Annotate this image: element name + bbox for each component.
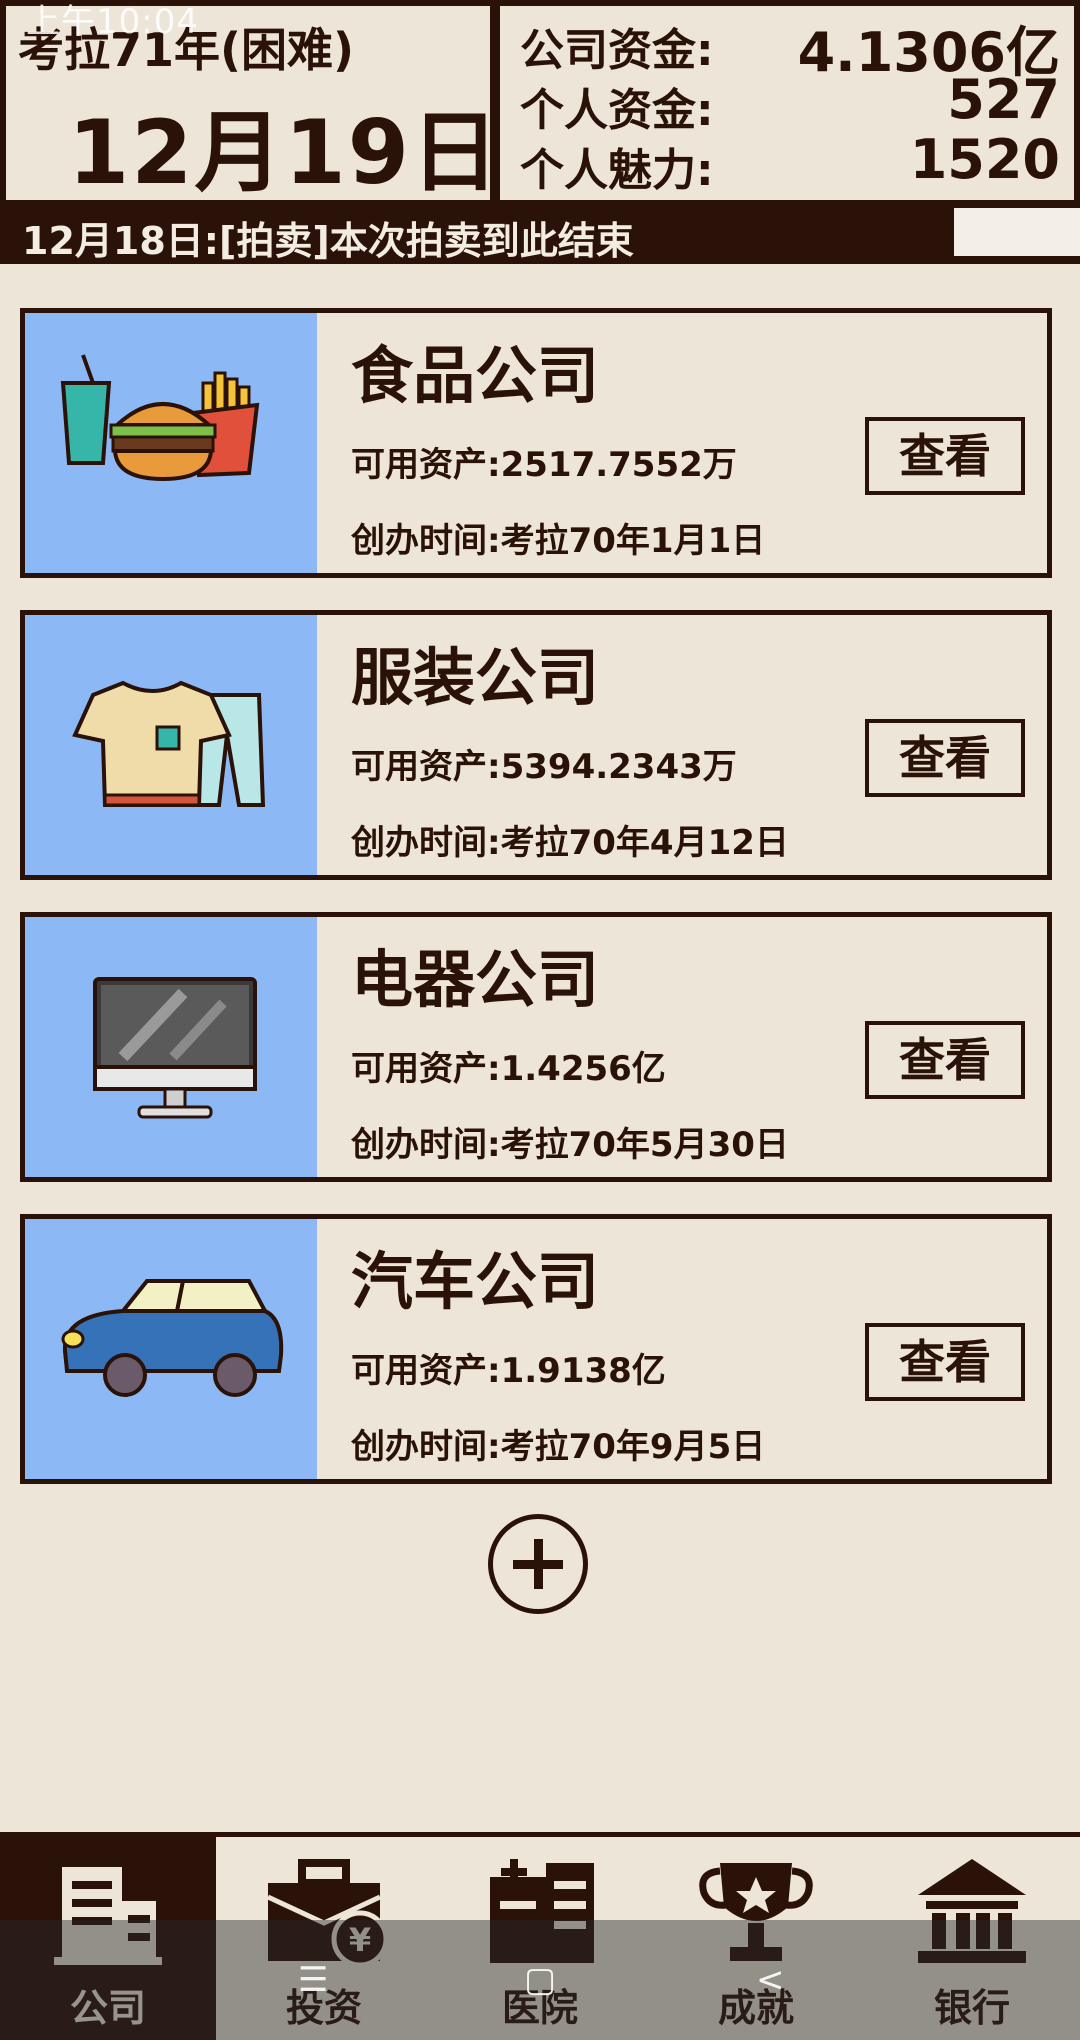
charm-row: 个人魅力: 1520	[520, 128, 1060, 196]
nav-achievements[interactable]: 成就	[648, 1837, 864, 2040]
nav-invest[interactable]: ¥ 投资	[216, 1837, 432, 2040]
view-button[interactable]: 查看	[865, 1323, 1025, 1401]
company-funds-label: 公司资金:	[520, 25, 714, 76]
car-icon	[61, 1279, 284, 1397]
news-side-panel	[948, 204, 1080, 264]
company-assets: 可用资产:5394.2343万	[351, 747, 737, 787]
trophy-icon	[699, 1863, 813, 1961]
bank-icon	[918, 1859, 1026, 1963]
company-image	[25, 615, 317, 875]
current-date: 12月19日	[68, 101, 501, 204]
nav-label: 公司	[69, 1986, 146, 2030]
company-name: 电器公司	[351, 943, 600, 1016]
nav-label: 成就	[717, 1986, 794, 2030]
hospital-icon	[490, 1859, 594, 1963]
company-image	[25, 313, 317, 573]
view-button[interactable]: 查看	[865, 417, 1025, 495]
monitor-icon	[93, 977, 257, 1119]
company-name: 汽车公司	[351, 1245, 600, 1318]
personal-funds-label: 个人资金:	[520, 85, 714, 136]
office-building-icon	[54, 1867, 162, 1965]
charm-value: 1520	[909, 128, 1060, 191]
company-founded-date: 创办时间:考拉70年9月5日	[351, 1427, 766, 1467]
company-image	[25, 917, 317, 1177]
company-founded-date: 创办时间:考拉70年5月30日	[351, 1125, 789, 1165]
company-founded-date: 创办时间:考拉70年4月12日	[351, 823, 789, 863]
news-ticker[interactable]: 12月18日:[拍卖]本次拍卖到此结束	[0, 204, 948, 264]
company-funds-row: 公司资金: 4.1306亿	[520, 14, 1060, 84]
company-name: 食品公司	[351, 339, 600, 412]
company-assets: 可用资产:2517.7552万	[351, 445, 737, 485]
funds-panel: 公司资金: 4.1306亿 个人资金: 527 个人魅力: 1520	[500, 6, 1074, 200]
nav-label: 医院	[501, 1986, 578, 2030]
nav-company[interactable]: 公司	[0, 1837, 216, 2040]
company-image	[25, 1219, 317, 1479]
company-card-car[interactable]: 汽车公司 可用资产:1.9138亿 创办时间:考拉70年9月5日 查看	[20, 1214, 1052, 1484]
personal-funds-row: 个人资金: 527	[520, 68, 1060, 136]
add-company-button[interactable]	[488, 1514, 588, 1614]
status-time: 上午10:04	[26, 2, 199, 42]
nav-label: 银行	[933, 1986, 1010, 2030]
view-button[interactable]: 查看	[865, 719, 1025, 797]
briefcase-yen-icon: ¥	[266, 1859, 384, 1967]
company-assets: 可用资产:1.4256亿	[351, 1049, 666, 1089]
charm-label: 个人魅力:	[520, 145, 714, 196]
company-name: 服装公司	[351, 641, 600, 714]
company-assets: 可用资产:1.9138亿	[351, 1351, 666, 1391]
company-card-electronics[interactable]: 电器公司 可用资产:1.4256亿 创办时间:考拉70年5月30日 查看	[20, 912, 1052, 1182]
news-text: 12月18日:[拍卖]本次拍卖到此结束	[22, 219, 634, 263]
personal-funds-value: 527	[947, 68, 1060, 131]
nav-hospital[interactable]: 医院	[432, 1837, 648, 2040]
food-icon	[60, 354, 260, 482]
view-button[interactable]: 查看	[865, 1021, 1025, 1099]
company-card-clothing[interactable]: 服装公司 可用资产:5394.2343万 创办时间:考拉70年4月12日 查看	[20, 610, 1052, 880]
bottom-nav: 公司 ¥ 投资 医院 成就 银行	[0, 1832, 1080, 2040]
nav-label: 投资	[285, 1986, 362, 2030]
svg-text:¥: ¥	[349, 1921, 371, 1959]
company-founded-date: 创办时间:考拉70年1月1日	[351, 521, 766, 561]
clothing-icon	[72, 680, 266, 807]
company-card-food[interactable]: 食品公司 可用资产:2517.7552万 创办时间:考拉70年1月1日 查看	[20, 308, 1052, 578]
nav-bank[interactable]: 银行	[864, 1837, 1080, 2040]
